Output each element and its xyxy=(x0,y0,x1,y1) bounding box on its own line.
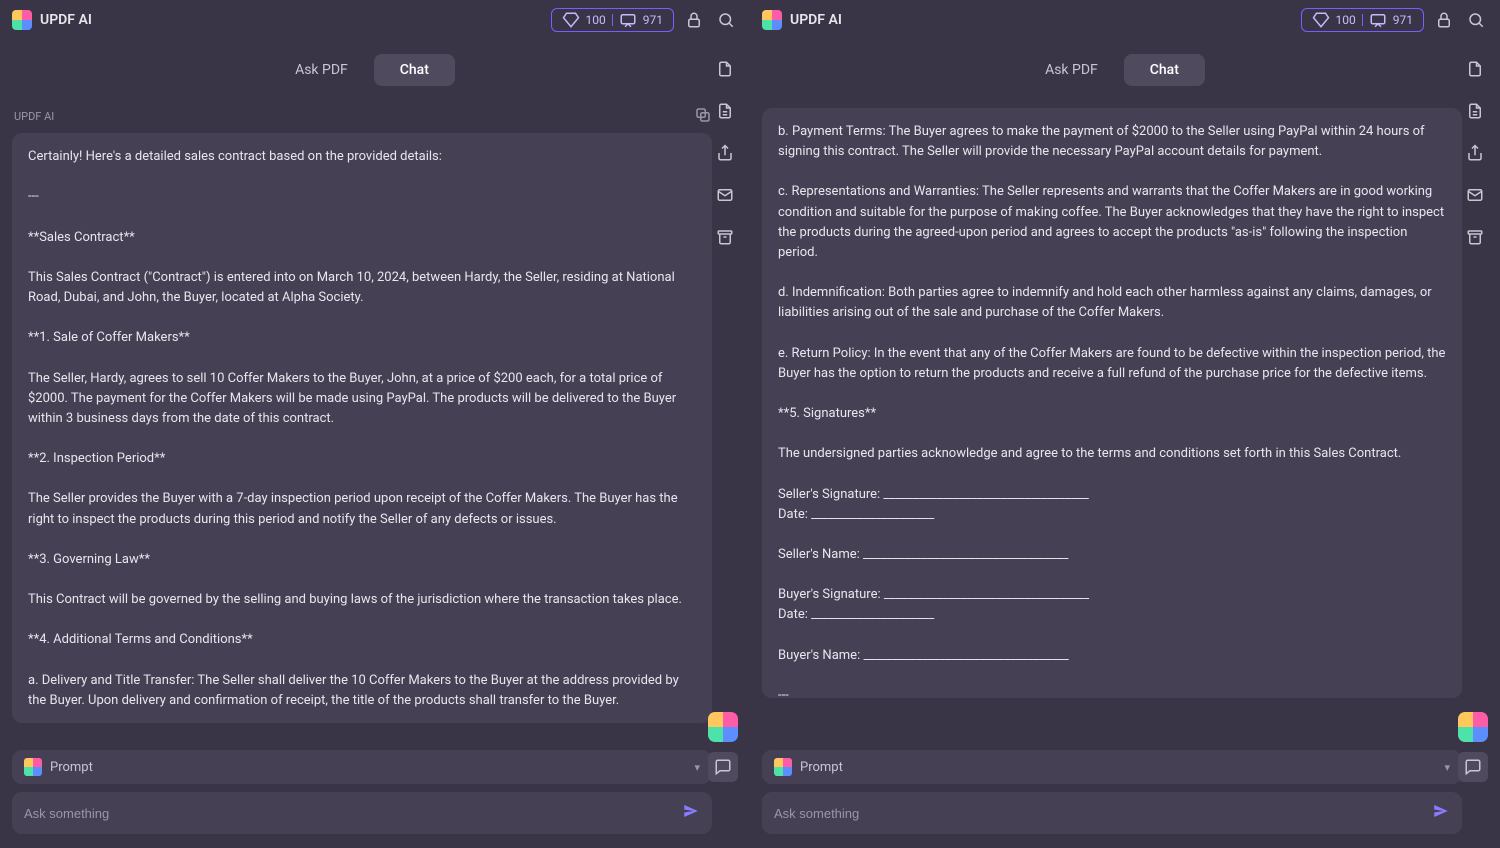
diamond-icon xyxy=(562,11,580,29)
chat-count-icon xyxy=(1369,11,1387,29)
message-sender: UPDF AI xyxy=(14,110,54,123)
tab-ask-pdf[interactable]: Ask PDF xyxy=(1019,54,1124,86)
credits-count-1: 100 xyxy=(586,13,606,27)
diamond-icon xyxy=(1312,11,1330,29)
brand-title: UPDF AI xyxy=(40,12,92,28)
file-icon[interactable] xyxy=(1466,60,1490,84)
credits-count-2: 971 xyxy=(1393,13,1413,27)
file-copy-icon[interactable] xyxy=(716,102,740,126)
tab-chat[interactable]: Chat xyxy=(1124,54,1205,86)
share-icon[interactable] xyxy=(1466,144,1490,168)
floating-ai-icon[interactable] xyxy=(708,712,738,742)
search-icon[interactable] xyxy=(714,8,738,32)
credits-count-1: 100 xyxy=(1336,13,1356,27)
mail-icon[interactable] xyxy=(716,186,740,210)
tab-chat[interactable]: Chat xyxy=(374,54,455,86)
topbar: UPDF AI 100 971 xyxy=(0,0,750,40)
prompt-icon xyxy=(774,758,792,776)
file-icon[interactable] xyxy=(716,60,740,84)
chat-count-icon xyxy=(619,11,637,29)
archive-icon[interactable] xyxy=(716,228,740,252)
assistant-message: b. Payment Terms: The Buyer agrees to ma… xyxy=(762,108,1462,698)
search-icon[interactable] xyxy=(1464,8,1488,32)
right-rail xyxy=(1456,44,1500,252)
chat-input-row xyxy=(762,792,1462,834)
prompt-label: Prompt xyxy=(800,760,1436,775)
file-copy-icon[interactable] xyxy=(1466,102,1490,126)
brand-title: UPDF AI xyxy=(790,12,842,28)
right-rail xyxy=(706,44,750,252)
assistant-message: Certainly! Here's a detailed sales contr… xyxy=(12,133,712,723)
floating-ai-icon[interactable] xyxy=(1458,712,1488,742)
share-icon[interactable] xyxy=(716,144,740,168)
floating-comment-icon[interactable] xyxy=(708,752,738,782)
chat-input[interactable] xyxy=(774,806,1424,821)
prompt-icon xyxy=(24,758,42,776)
chat-input[interactable] xyxy=(24,806,674,821)
chevron-down-icon: ▾ xyxy=(694,761,700,774)
send-button[interactable] xyxy=(682,802,700,824)
prompt-selector[interactable]: Prompt ▾ xyxy=(762,750,1462,784)
chat-input-row xyxy=(12,792,712,834)
credits-pill[interactable]: 100 971 xyxy=(1301,8,1424,32)
mail-icon[interactable] xyxy=(1466,186,1490,210)
topbar: UPDF AI 100 971 xyxy=(750,0,1500,40)
floating-comment-icon[interactable] xyxy=(1458,752,1488,782)
chevron-down-icon: ▾ xyxy=(1444,761,1450,774)
prompt-label: Prompt xyxy=(50,760,686,775)
archive-icon[interactable] xyxy=(1466,228,1490,252)
credits-pill[interactable]: 100 971 xyxy=(551,8,674,32)
send-button[interactable] xyxy=(1432,802,1450,824)
lock-icon[interactable] xyxy=(1432,8,1456,32)
credits-count-2: 971 xyxy=(643,13,663,27)
app-logo-icon xyxy=(762,10,782,30)
app-logo-icon xyxy=(12,10,32,30)
tabbar: Ask PDF Chat xyxy=(762,40,1462,98)
lock-icon[interactable] xyxy=(682,8,706,32)
prompt-selector[interactable]: Prompt ▾ xyxy=(12,750,712,784)
tabbar: Ask PDF Chat xyxy=(12,40,712,98)
tab-ask-pdf[interactable]: Ask PDF xyxy=(269,54,374,86)
